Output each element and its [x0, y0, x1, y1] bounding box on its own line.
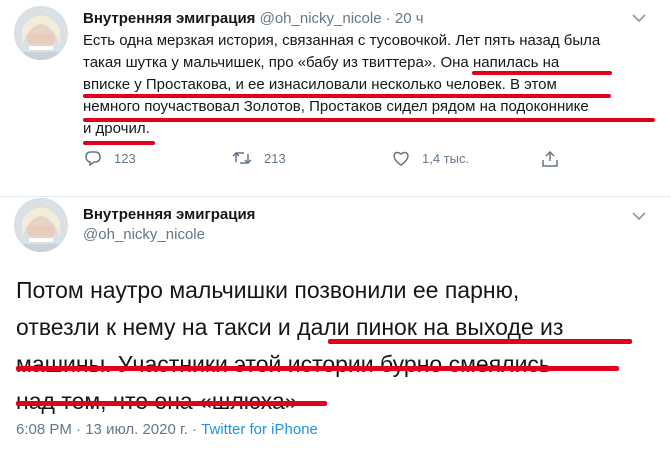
tweet-text-line: машины. Участники этой истории бурно сме… [16, 351, 551, 377]
tweet-header: Внутренняя эмиграция [83, 206, 255, 223]
heart-icon [393, 151, 409, 166]
like-count: 1,4 тыс. [422, 150, 470, 166]
retweet-count: 213 [264, 150, 286, 166]
tweet-divider [0, 196, 671, 197]
handle[interactable]: @oh_nicky_nicole [83, 226, 205, 243]
reply-action[interactable]: 123 [84, 150, 136, 166]
reply-icon [85, 151, 101, 166]
tweet-date[interactable]: 13 июл. 2020 г. [85, 421, 188, 438]
retweet-icon [232, 151, 252, 165]
tweet-text: Потом наутро мальчишки позвонили ее парн… [16, 272, 661, 420]
tweet-time[interactable]: 6:08 PM [16, 421, 72, 438]
tweet-age[interactable]: 20 ч [395, 10, 424, 27]
red-underline [83, 141, 155, 145]
separator: · [385, 10, 391, 27]
tweet-meta: 6:08 PM · 13 июл. 2020 г. · Twitter for … [16, 421, 318, 438]
share-action[interactable] [541, 150, 571, 168]
chevron-down-icon[interactable] [632, 208, 646, 224]
red-underline [83, 94, 611, 98]
red-underline [472, 71, 612, 75]
share-icon [542, 150, 558, 167]
red-underline [83, 118, 655, 122]
red-underline [16, 366, 619, 371]
red-underline [328, 339, 632, 344]
red-underline [16, 401, 327, 406]
handle[interactable]: @oh_nicky_nicole [260, 10, 382, 27]
display-name[interactable]: Внутренняя эмиграция [83, 206, 255, 223]
retweet-action[interactable]: 213 [232, 150, 286, 166]
separator: · [191, 421, 197, 438]
tweet-text-line: вписке у Простакова, и ее изнасиловали н… [83, 76, 557, 93]
tweet-text-line: немного поучаствовал Золотов, Простаков … [83, 98, 589, 115]
chevron-down-icon[interactable] [632, 10, 646, 26]
tweet-header: Внутренняя эмиграция @oh_nicky_nicole · … [83, 10, 424, 27]
reply-count: 123 [114, 150, 136, 166]
tweet-text-line: Есть одна мерзкая история, связанная с т… [83, 32, 601, 49]
tweet-text: Есть одна мерзкая история, связанная с т… [83, 30, 658, 140]
separator: · [76, 421, 82, 438]
display-name[interactable]: Внутренняя эмиграция [83, 10, 255, 27]
tweet-source-link[interactable]: Twitter for iPhone [201, 421, 318, 438]
like-action[interactable]: 1,4 тыс. [392, 150, 469, 166]
avatar[interactable] [14, 198, 68, 252]
tweet-text-line: Потом наутро мальчишки позвонили ее парн… [16, 277, 520, 303]
avatar[interactable] [14, 6, 68, 60]
